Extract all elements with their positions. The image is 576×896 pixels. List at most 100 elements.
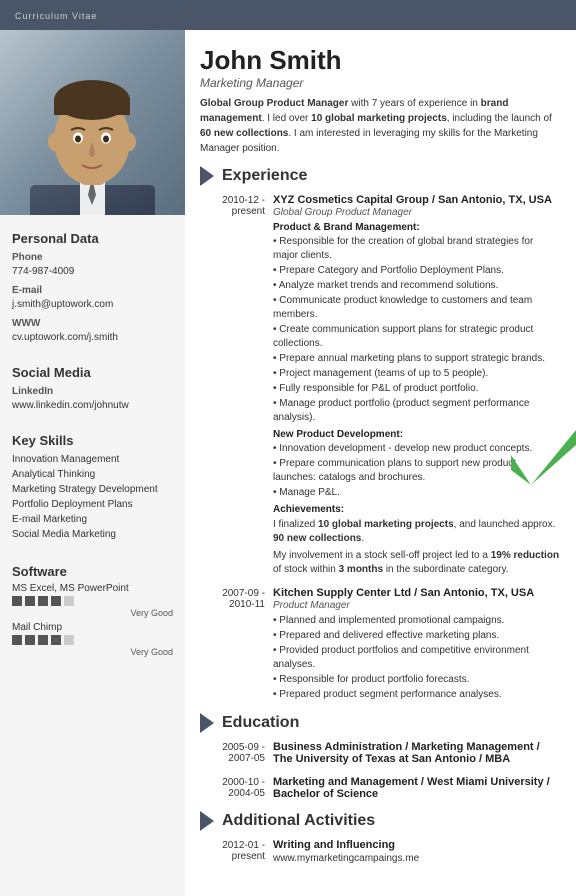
education-section-header: Education [200,713,561,733]
dot-empty [64,635,74,645]
www-label: WWW [12,318,173,329]
experience-title: Experience [222,167,307,185]
exp-bullet: • Provided product portfolios and compet… [273,644,561,672]
software-item-1: MS Excel, MS PowerPoint [12,583,173,594]
skill-item: E-mail Marketing [12,512,173,527]
exp-date-end-2: 2010-11 [200,599,265,610]
personal-data-section: Personal Data Phone 774-987-4009 E-mail … [0,215,185,349]
exp-dates-1: 2010-12 - present [200,194,265,577]
phone-label: Phone [12,252,173,263]
education-entry-2: 2000-10 - 2004-05 Marketing and Manageme… [200,776,561,801]
skill-item: Marketing Strategy Development [12,482,173,497]
key-skills-section: Key Skills Innovation Management Analyti… [0,417,185,546]
social-title: Social Media [12,365,173,380]
exp-role-1: Global Group Product Manager [273,207,561,218]
cv-header-label: Curriculum Vitae [15,11,97,21]
exp-content-1: XYZ Cosmetics Capital Group / San Antoni… [273,194,561,577]
exp-subsection-achievements: Achievements: [273,504,561,515]
edu-date-end-1: 2007-05 [200,753,265,764]
www-value: cv.uptowork.com/j.smith [12,331,173,345]
exp-bullet: • Prepare Category and Portfolio Deploym… [273,264,561,278]
education-title: Education [222,714,299,732]
profile-photo [0,30,185,215]
social-media-section: Social Media LinkedIn www.linkedin.com/j… [0,349,185,417]
edu-date-start-2: 2000-10 - [200,777,265,788]
exp-bullet: • Create communication support plans for… [273,323,561,351]
exp-bullet: • Project management (teams of up to 5 p… [273,367,561,381]
edu-date-end-2: 2004-05 [200,788,265,799]
skill-item: Analytical Thinking [12,467,173,482]
additional-section-header: Additional Activities [200,811,561,831]
dot [38,635,48,645]
green-check-overlay [511,430,576,493]
exp-achievement-2: My involvement in a stock sell-off proje… [273,549,561,577]
exp-bullet: • Communicate product knowledge to custo… [273,294,561,322]
dot [25,635,35,645]
additional-arrow [200,811,214,831]
exp-company-1: XYZ Cosmetics Capital Group / San Antoni… [273,194,561,206]
experience-section-header: Experience [200,166,561,186]
left-column: Personal Data Phone 774-987-4009 E-mail … [0,30,185,896]
exp-bullet: • Prepared product segment performance a… [273,688,561,702]
skill-item: Social Media Marketing [12,527,173,542]
exp-date-start-2: 2007-09 - [200,588,265,599]
exp-bullet: • Responsible for the creation of global… [273,235,561,263]
edu-content-1: Business Administration / Marketing Mana… [273,741,561,766]
dot [51,596,61,606]
cv-container: Curriculum Vitae [0,0,576,896]
software-item-2: Mail Chimp [12,622,173,633]
cv-summary: Global Group Product Manager with 7 year… [200,96,561,156]
dot-empty [64,596,74,606]
additional-detail-1: www.mymarketingcampaings.me [273,852,561,866]
dot [12,635,22,645]
edu-degree-1: Business Administration / Marketing Mana… [273,741,561,765]
dot [51,635,61,645]
exp-date-start-1: 2010-12 - [200,195,265,206]
experience-entry-1: 2010-12 - present XYZ Cosmetics Capital … [200,194,561,577]
rating-label-2: Very Good [12,647,173,657]
exp-content-2: Kitchen Supply Center Ltd / San Antonio,… [273,587,561,703]
exp-bullet: • Fully responsible for P&L of product p… [273,382,561,396]
education-entry-1: 2005-09 - 2007-05 Business Administratio… [200,741,561,766]
exp-subsection-brand: Product & Brand Management: [273,222,561,233]
email-label: E-mail [12,285,173,296]
personal-data-title: Personal Data [12,231,173,246]
edu-dates-2: 2000-10 - 2004-05 [200,776,265,801]
dot [25,596,35,606]
linkedin-value: www.linkedin.com/johnutw [12,399,173,413]
exp-bullet: • Manage product portfolio (product segm… [273,397,561,425]
software-title: Software [12,564,173,579]
phone-value: 774-987-4009 [12,265,173,279]
cv-header: Curriculum Vitae [0,0,576,30]
software-section: Software MS Excel, MS PowerPoint Very Go… [0,546,185,661]
education-arrow [200,713,214,733]
rating-dots-2 [12,635,173,645]
exp-bullet: • Planned and implemented promotional ca… [273,614,561,628]
skill-item: Portfolio Deployment Plans [12,497,173,512]
name-area: John Smith Marketing Manager Global Grou… [200,45,561,156]
additional-activity-1: Writing and Influencing [273,839,561,851]
email-value: j.smith@uptowork.com [12,298,173,312]
exp-achievement-1: I finalized 10 global marketing projects… [273,518,561,546]
linkedin-label: LinkedIn [12,386,173,397]
additional-dates-1: 2012-01 - present [200,839,265,866]
edu-content-2: Marketing and Management / West Miami Un… [273,776,561,801]
exp-date-end-1: present [200,206,265,217]
dot [12,596,22,606]
additional-title: Additional Activities [222,812,375,830]
additional-date-end-1: present [200,851,265,862]
exp-bullet: • Prepare annual marketing plans to supp… [273,352,561,366]
exp-bullet: • Analyze market trends and recommend so… [273,279,561,293]
rating-dots-1 [12,596,173,606]
edu-dates-1: 2005-09 - 2007-05 [200,741,265,766]
additional-content-1: Writing and Influencing www.mymarketingc… [273,839,561,866]
dot [38,596,48,606]
additional-entry-1: 2012-01 - present Writing and Influencin… [200,839,561,866]
experience-entry-2: 2007-09 - 2010-11 Kitchen Supply Center … [200,587,561,703]
skill-item: Innovation Management [12,452,173,467]
edu-degree-2: Marketing and Management / West Miami Un… [273,776,561,800]
exp-bullet: • Prepared and delivered effective marke… [273,629,561,643]
exp-role-2: Product Manager [273,600,561,611]
exp-company-2: Kitchen Supply Center Ltd / San Antonio,… [273,587,561,599]
cv-body: Personal Data Phone 774-987-4009 E-mail … [0,30,576,896]
